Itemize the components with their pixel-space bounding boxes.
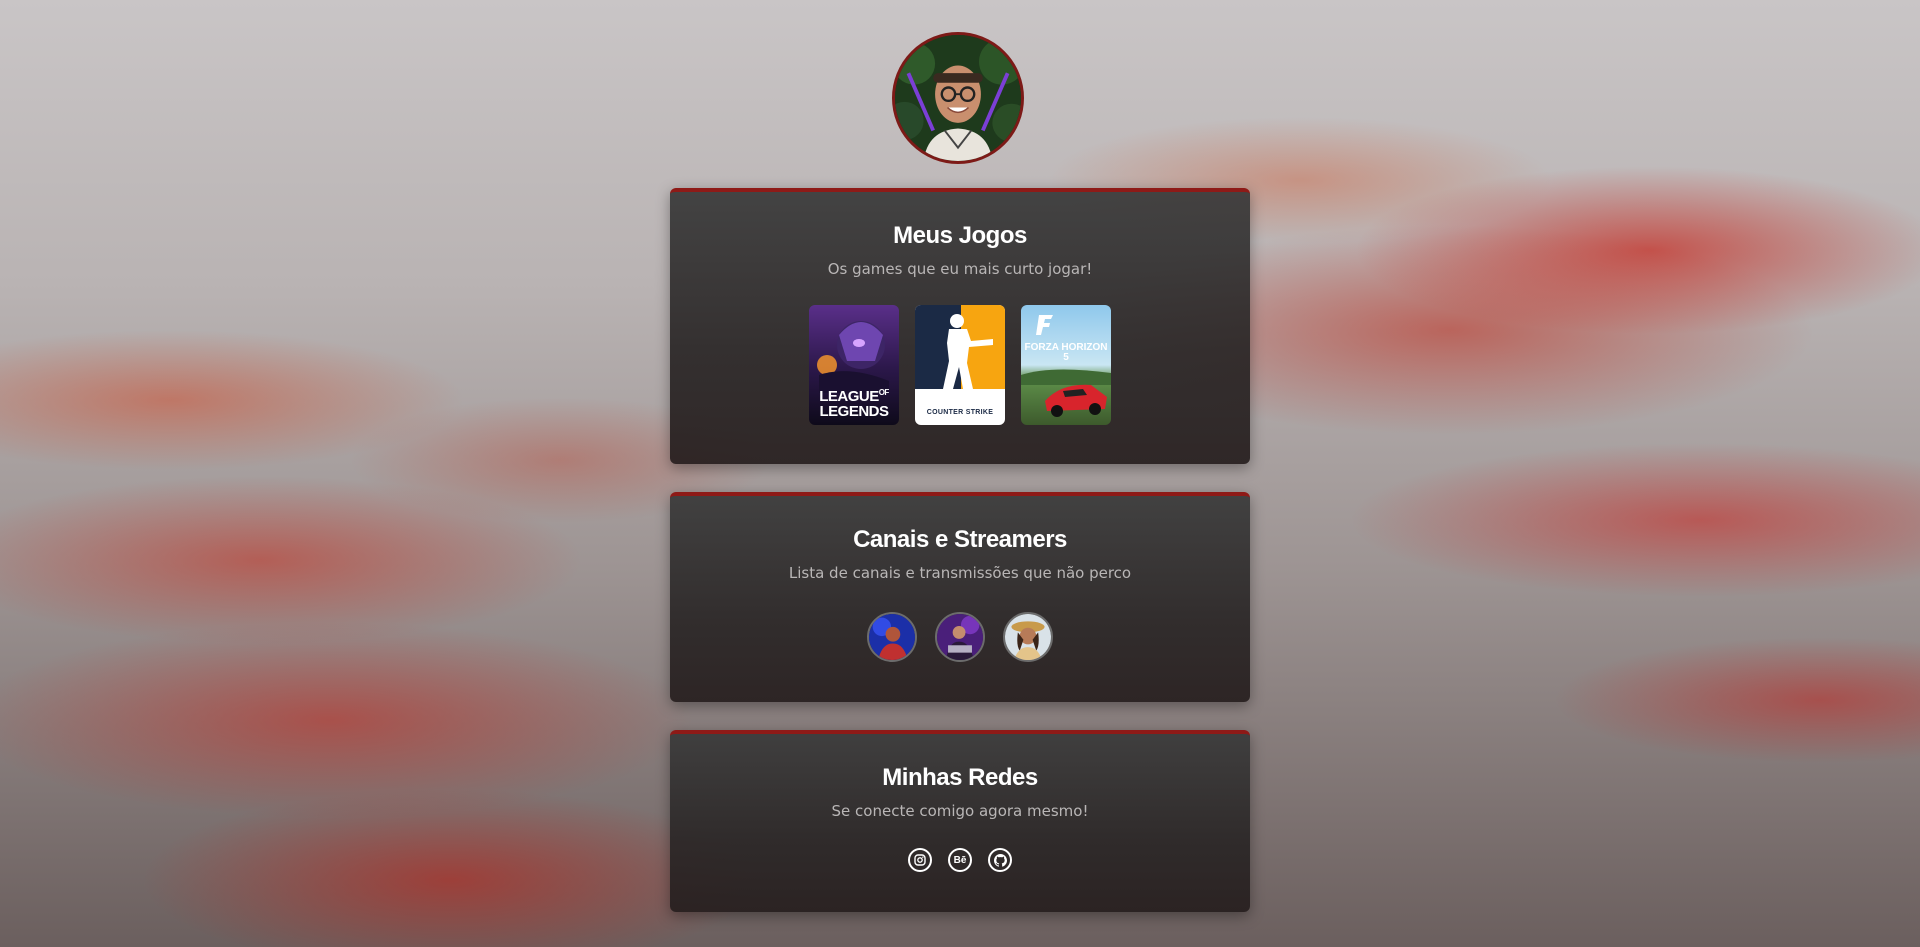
lol-logo-text: LEAGUEOF LEGENDS <box>819 388 889 420</box>
game-cover-lol[interactable]: LEAGUEOF LEGENDS <box>809 305 899 425</box>
streamers-card: Canais e Streamers Lista de canais e tra… <box>670 492 1250 702</box>
streamers-list <box>670 612 1250 662</box>
streamer-avatar-2[interactable] <box>935 612 985 662</box>
instagram-link[interactable] <box>908 848 932 872</box>
forza-cover-art <box>1021 305 1111 425</box>
social-links: Bē <box>670 848 1250 872</box>
game-cover-forza[interactable]: FORZA HORIZON 5 <box>1021 305 1111 425</box>
profile-avatar <box>892 32 1024 164</box>
streamers-subtitle: Lista de canais e transmissões que não p… <box>788 564 1132 582</box>
github-link[interactable] <box>988 848 1012 872</box>
cs-logo-text: COUNTER STRIKE <box>926 409 994 416</box>
streamer-avatar-icon <box>937 614 983 660</box>
instagram-icon <box>914 854 926 866</box>
games-subtitle: Os games que eu mais curto jogar! <box>827 260 1093 278</box>
games-card: Meus Jogos Os games que eu mais curto jo… <box>670 188 1250 464</box>
behance-icon: Bē <box>953 854 967 866</box>
games-list: LEAGUEOF LEGENDS COUNTER STRIKE FORZA HO… <box>670 305 1250 425</box>
forza-logo-text: FORZA HORIZON 5 <box>1024 342 1108 363</box>
game-cover-cs[interactable]: COUNTER STRIKE <box>915 305 1005 425</box>
streamer-avatar-icon <box>869 614 915 660</box>
social-card: Minhas Redes Se conecte comigo agora mes… <box>670 730 1250 912</box>
games-title: Meus Jogos <box>893 222 1027 249</box>
streamer-avatar-icon <box>1005 614 1051 660</box>
streamers-title: Canais e Streamers <box>853 526 1067 553</box>
streamer-avatar-1[interactable] <box>867 612 917 662</box>
social-title: Minhas Redes <box>882 764 1038 791</box>
profile-photo <box>895 35 1021 161</box>
streamer-avatar-3[interactable] <box>1003 612 1053 662</box>
github-icon <box>993 853 1007 867</box>
behance-link[interactable]: Bē <box>948 848 972 872</box>
social-subtitle: Se conecte comigo agora mesmo! <box>831 802 1089 820</box>
cs-cover-art <box>915 305 1005 425</box>
